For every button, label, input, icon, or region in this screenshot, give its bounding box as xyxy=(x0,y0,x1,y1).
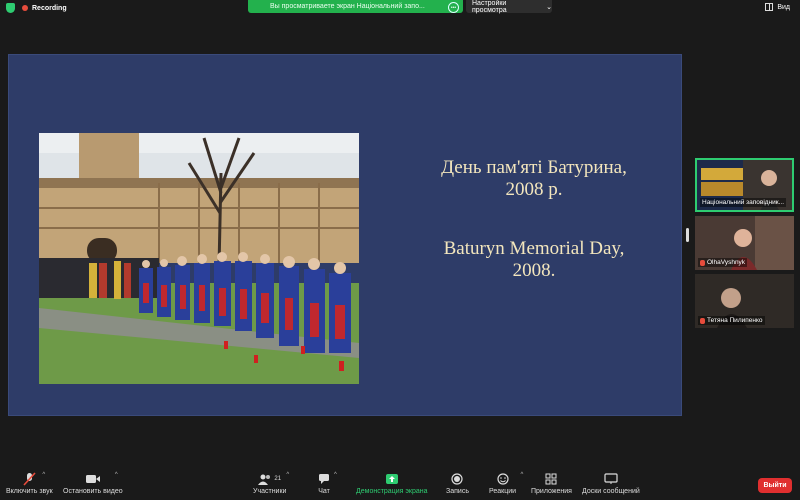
record-button[interactable]: Запись xyxy=(446,472,469,495)
participants-icon: 21 ^ xyxy=(258,472,289,485)
screen-share-banner: Вы просматриваете экран Національний зап… xyxy=(248,0,463,13)
view-settings-button[interactable]: Настройки просмотра ⌄ xyxy=(466,0,552,14)
stop-video-button[interactable]: ^ Остановить видео xyxy=(63,472,123,495)
chevron-up-icon[interactable]: ^ xyxy=(42,472,45,478)
top-bar: Recording Вы просматриваете экран Націон… xyxy=(0,0,800,18)
view-button[interactable]: Вид xyxy=(765,3,790,11)
slide-title-en-line1: Baturyn Memorial Day, xyxy=(443,238,625,259)
reactions-button[interactable]: ^ Реакции xyxy=(489,472,523,495)
microphone-muted-icon xyxy=(700,259,705,266)
apps-icon xyxy=(545,472,557,485)
chevron-down-icon: ⌄ xyxy=(546,3,552,11)
view-grid-icon xyxy=(765,3,774,11)
meeting-toolbar: ^ Включить звук ^ Остановить видео 21 ^ … xyxy=(0,466,800,500)
view-label: Вид xyxy=(777,3,790,11)
slide-title-en-line2: 2008. xyxy=(512,260,556,281)
apps-button[interactable]: Приложения xyxy=(531,472,572,495)
participants-button[interactable]: 21 ^ Участники xyxy=(253,472,289,495)
whiteboards-label: Доски сообщений xyxy=(582,488,640,495)
participant-name: OlhaVyshnyk xyxy=(698,258,748,267)
whiteboards-button[interactable]: Доски сообщений xyxy=(582,472,640,495)
baturyn-memorial-photo xyxy=(39,133,359,384)
share-screen-button[interactable]: Демонстрация экрана xyxy=(356,472,428,495)
chat-button[interactable]: ^ Чат xyxy=(318,472,337,495)
recording-label: Recording xyxy=(32,4,67,12)
chevron-up-icon[interactable]: ^ xyxy=(521,472,524,478)
participants-label: Участники xyxy=(253,488,287,495)
chat-bubble-icon: ^ xyxy=(318,472,337,485)
slide-title-uk-line2: 2008 р. xyxy=(505,179,563,200)
slide-title-english: Baturyn Memorial Day, 2008. xyxy=(409,238,659,282)
chevron-up-icon[interactable]: ^ xyxy=(286,472,289,478)
record-dot-icon xyxy=(22,5,28,11)
participants-count: 21 xyxy=(274,475,282,482)
microphone-muted-icon: ^ xyxy=(22,471,45,486)
record-icon xyxy=(451,472,464,485)
recording-indicator: Recording xyxy=(6,3,67,13)
shared-screen-slide: День пам'яті Батурина, 2008 р. Baturyn M… xyxy=(8,54,682,416)
share-screen-label: Демонстрация экрана xyxy=(356,488,428,495)
share-screen-icon xyxy=(385,472,399,485)
smiley-icon: ^ xyxy=(496,472,523,485)
view-settings-label: Настройки просмотра xyxy=(472,0,507,14)
leave-meeting-button[interactable]: Выйти xyxy=(758,478,792,493)
whiteboard-icon xyxy=(604,472,618,485)
stop-video-label: Остановить видео xyxy=(63,488,123,495)
slide-title-uk-line1: День пам'яті Батурина, xyxy=(441,157,627,178)
security-shield-icon[interactable] xyxy=(6,3,15,13)
chevron-up-icon[interactable]: ^ xyxy=(334,472,337,478)
unmute-button[interactable]: ^ Включить звук xyxy=(6,471,53,495)
participant-tile[interactable]: Тетяна Пилипенко xyxy=(695,274,794,328)
share-options-icon[interactable]: ••• xyxy=(448,2,459,13)
record-label: Запись xyxy=(446,488,469,495)
unmute-label: Включить звук xyxy=(6,488,53,495)
participant-tile-active[interactable]: Національний заповідник... xyxy=(695,158,794,212)
share-banner-text: Вы просматриваете экран Національний зап… xyxy=(270,3,425,10)
microphone-muted-icon xyxy=(700,317,705,324)
participant-name: Національний заповідник... xyxy=(700,198,787,207)
participant-name: Тетяна Пилипенко xyxy=(698,316,765,325)
chevron-up-icon[interactable]: ^ xyxy=(115,472,118,478)
participant-tile[interactable]: OlhaVyshnyk xyxy=(695,216,794,270)
reactions-label: Реакции xyxy=(489,488,517,495)
chat-label: Чат xyxy=(318,488,330,495)
video-camera-icon: ^ xyxy=(85,472,118,485)
apps-label: Приложения xyxy=(531,488,572,495)
panel-resize-handle[interactable] xyxy=(686,228,689,242)
slide-title-ukrainian: День пам'яті Батурина, 2008 р. xyxy=(409,157,659,201)
